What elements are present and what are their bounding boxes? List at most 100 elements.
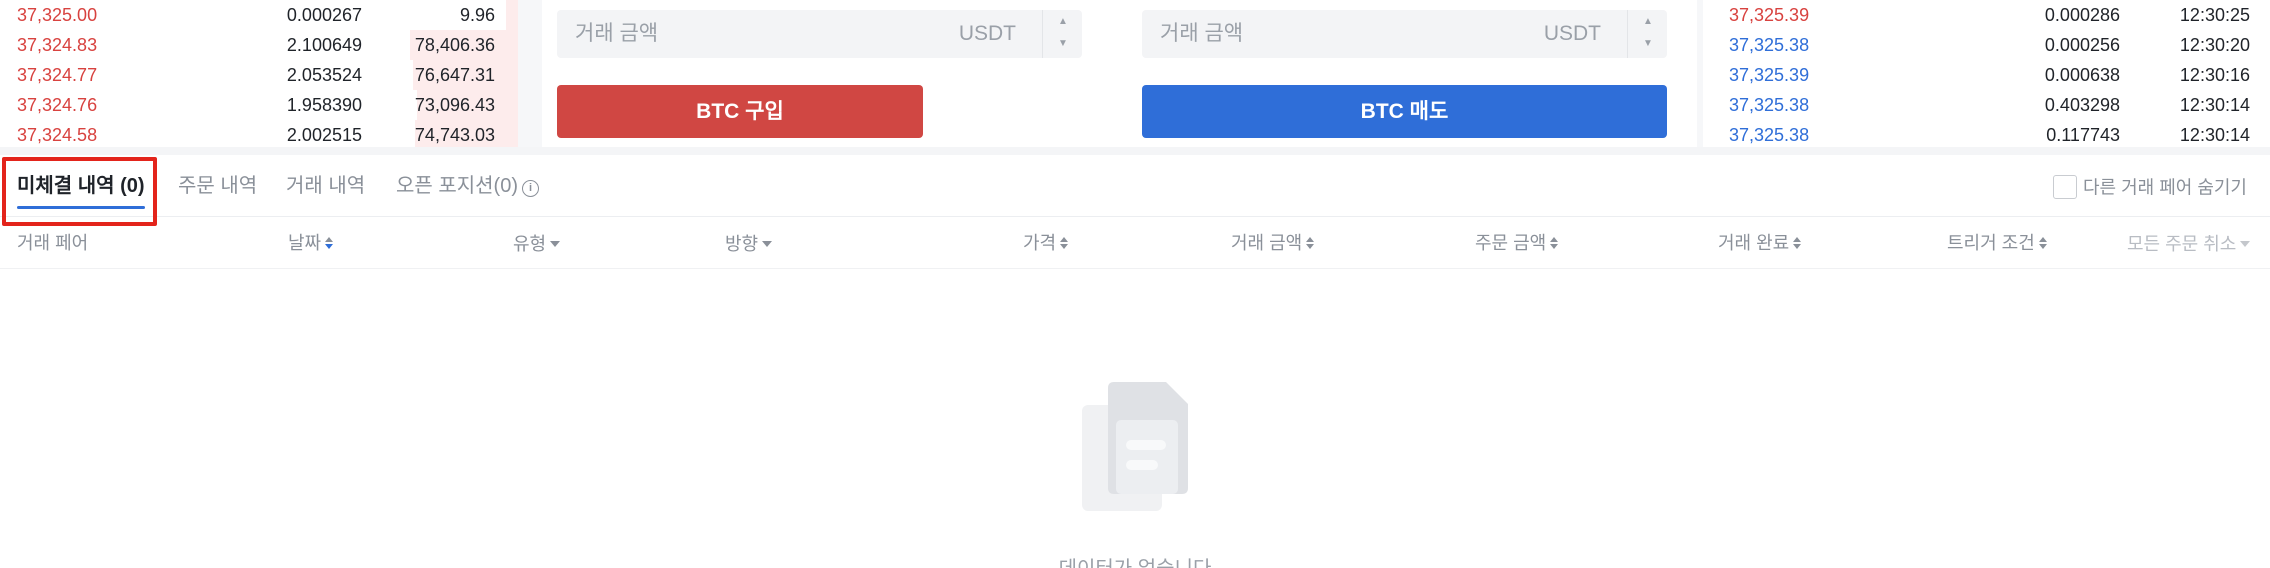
col-filled-label: 거래 완료: [1718, 233, 1790, 253]
panel-divider: [518, 0, 542, 147]
ask-amount: 2.053524: [286, 65, 362, 85]
col-direction-label: 방향: [725, 234, 759, 254]
sort-arrows-icon[interactable]: [1792, 236, 1802, 250]
order-book: 37,325.00 0.000267 9.96 37,324.83 2.100649 78…: [0, 0, 518, 150]
sort-arrows-icon[interactable]: [1305, 236, 1315, 250]
sort-arrows-icon[interactable]: [1059, 236, 1069, 250]
col-filled[interactable]: 거래 완료: [1718, 217, 1802, 269]
caret-down-icon[interactable]: [761, 217, 773, 247]
order-book-row[interactable]: 37,324.58 2.002515 74,743.03: [0, 120, 518, 150]
ask-amount: 2.100649: [286, 35, 362, 55]
buy-amount-unit: USDT: [958, 22, 1016, 45]
ask-total: 9.96: [459, 5, 495, 25]
tab-label: 주문 내역: [178, 175, 258, 197]
empty-state-text: 데이터가 없습니다: [0, 552, 2270, 568]
tab-order-history[interactable]: 주문 내역: [178, 155, 257, 217]
decrement-icon[interactable]: ▼: [1628, 38, 1668, 49]
col-pair: 거래 페어: [17, 217, 88, 269]
order-tabs: 미체결 내역 (0) 주문 내역 거래 내역 오픈 포지션(0) i: [0, 155, 2270, 217]
order-book-row[interactable]: 37,324.77 2.053524 76,647.31: [0, 60, 518, 90]
trade-row: 37,325.38 0.117743 12:30:14: [1703, 120, 2270, 150]
tab-label: 오픈 포지션(0): [396, 175, 518, 197]
decrement-icon[interactable]: ▼: [1043, 38, 1083, 49]
tab-label: 미체결 내역 (0): [17, 175, 145, 197]
info-circle-icon[interactable]: i: [522, 180, 539, 197]
hide-other-pairs-checkbox[interactable]: [2052, 175, 2077, 200]
buy-panel: 거래 금액 USDT ▲ ▼ BTC 구입: [542, 0, 1113, 147]
caret-down-icon[interactable]: [549, 217, 561, 247]
trade-time: 12:30:14: [2179, 125, 2250, 145]
trade-row: 37,325.39 0.000286 12:30:25: [1703, 0, 2270, 30]
tab-label: 거래 내역: [286, 175, 366, 197]
sell-panel: 거래 금액 USDT ▲ ▼ BTC 매도: [1127, 0, 1697, 147]
caret-down-icon[interactable]: [2239, 217, 2251, 247]
hide-other-pairs-toggle[interactable]: 다른 거래 페어 숨기기: [2052, 173, 2247, 200]
trade-time: 12:30:14: [2179, 95, 2250, 115]
sort-arrows-icon[interactable]: [1549, 236, 1559, 250]
tab-open-orders[interactable]: 미체결 내역 (0): [17, 155, 145, 217]
trade-amount: 0.000286: [2044, 5, 2120, 25]
trade-price: 37,325.38: [1729, 95, 1810, 115]
trade-amount: 0.403298: [2044, 95, 2120, 115]
ask-price: 37,325.00: [17, 5, 98, 25]
increment-icon[interactable]: ▲: [1043, 16, 1083, 27]
buy-btc-button[interactable]: BTC 구입: [557, 85, 923, 138]
recent-trades: 37,325.39 0.000286 12:30:25 37,325.38 0.0002…: [1703, 0, 2270, 147]
ask-amount: 1.958390: [286, 95, 362, 115]
col-price-label: 가격: [1023, 233, 1057, 253]
col-trigger[interactable]: 트리거 조건: [1947, 217, 2048, 269]
tab-open-positions[interactable]: 오픈 포지션(0) i: [396, 155, 539, 217]
trade-time: 12:30:20: [2179, 35, 2250, 55]
ask-amount: 0.000267: [286, 5, 362, 25]
depth-bar: [506, 0, 518, 30]
order-book-row[interactable]: 37,325.00 0.000267 9.96: [0, 0, 518, 30]
col-date-label: 날짜: [288, 233, 322, 253]
col-order-amount[interactable]: 주문 금액: [1475, 217, 1559, 269]
col-direction[interactable]: 방향: [725, 217, 773, 269]
ask-amount: 2.002515: [286, 125, 362, 145]
ask-total: 73,096.43: [414, 95, 495, 115]
trade-amount: 0.000256: [2044, 35, 2120, 55]
col-pair-label: 거래 페어: [17, 233, 89, 253]
col-order-amount-label: 주문 금액: [1475, 233, 1547, 253]
order-book-row[interactable]: 37,324.83 2.100649 78,406.36: [0, 30, 518, 60]
col-trade-amount[interactable]: 거래 금액: [1231, 217, 1315, 269]
buy-amount-stepper[interactable]: ▲ ▼: [1042, 10, 1082, 58]
trade-price: 37,325.38: [1729, 125, 1810, 145]
ask-total: 78,406.36: [414, 35, 495, 55]
hide-other-pairs-label: 다른 거래 페어 숨기기: [2082, 177, 2247, 198]
col-date[interactable]: 날짜: [288, 217, 334, 269]
col-trade-amount-label: 거래 금액: [1231, 233, 1303, 253]
tab-trade-history[interactable]: 거래 내역: [286, 155, 365, 217]
ask-price: 37,324.76: [17, 95, 98, 115]
trade-row: 37,325.38 0.403298 12:30:14: [1703, 90, 2270, 120]
col-trigger-label: 트리거 조건: [1947, 233, 2035, 253]
orders-table-header: 거래 페어 날짜 유형 방향 가격 거래 금액 주문 금액 거래 완료 트리거 …: [0, 217, 2270, 269]
sort-arrows-icon[interactable]: [324, 236, 334, 250]
order-book-row[interactable]: 37,324.76 1.958390 73,096.43: [0, 90, 518, 120]
sell-btc-button[interactable]: BTC 매도: [1142, 85, 1667, 138]
trade-time: 12:30:16: [2179, 65, 2250, 85]
sell-amount-input[interactable]: 거래 금액 USDT ▲ ▼: [1142, 10, 1667, 58]
sell-amount-stepper[interactable]: ▲ ▼: [1627, 10, 1667, 58]
empty-document-icon: [1080, 380, 1190, 515]
increment-icon[interactable]: ▲: [1628, 16, 1668, 27]
trade-price: 37,325.38: [1729, 35, 1810, 55]
sell-amount-unit: USDT: [1543, 22, 1601, 45]
col-type[interactable]: 유형: [513, 217, 561, 269]
col-type-label: 유형: [513, 234, 547, 254]
trade-row: 37,325.38 0.000256 12:30:20: [1703, 30, 2270, 60]
ask-total: 76,647.31: [414, 65, 495, 85]
section-divider: [0, 147, 2270, 155]
col-price[interactable]: 가격: [1023, 217, 1069, 269]
sell-amount-placeholder: 거래 금액: [1160, 22, 1244, 45]
ask-price: 37,324.83: [17, 35, 98, 55]
buy-amount-input[interactable]: 거래 금액 USDT ▲ ▼: [557, 10, 1082, 58]
trade-price: 37,325.39: [1729, 65, 1810, 85]
sort-arrows-icon[interactable]: [2038, 236, 2048, 250]
cancel-all-orders-button[interactable]: 모든 주문 취소: [2127, 217, 2251, 269]
active-tab-indicator: [17, 206, 145, 209]
trading-top-area: 37,325.00 0.000267 9.96 37,324.83 2.100649 78…: [0, 0, 2270, 150]
trade-amount: 0.000638: [2044, 65, 2120, 85]
ask-price: 37,324.77: [17, 65, 98, 85]
